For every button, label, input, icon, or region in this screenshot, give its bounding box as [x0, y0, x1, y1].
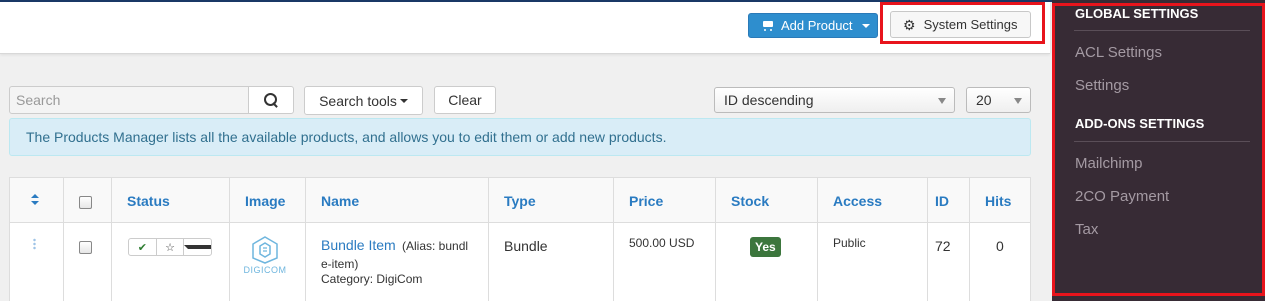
- product-id: 72: [935, 238, 951, 254]
- column-price[interactable]: Price: [629, 193, 663, 209]
- clear-button[interactable]: Clear: [434, 86, 496, 114]
- search-tools-button[interactable]: Search tools: [304, 86, 423, 115]
- sidebar-highlight: [1052, 3, 1265, 296]
- system-settings-highlight: [880, 2, 1045, 44]
- search-input[interactable]: [9, 86, 249, 114]
- search-icon: [263, 92, 279, 108]
- search-button[interactable]: [248, 86, 294, 114]
- product-alias-line2: e-item): [321, 257, 359, 271]
- status-dropdown[interactable]: [184, 239, 212, 255]
- status-actions: ✔ ☆: [128, 238, 212, 256]
- column-type[interactable]: Type: [504, 193, 536, 209]
- column-stock[interactable]: Stock: [731, 193, 769, 209]
- stock-badge: Yes: [750, 237, 781, 257]
- limit-value: 20: [976, 92, 992, 108]
- column-id[interactable]: ID: [935, 193, 949, 209]
- caret-down-icon: [184, 245, 212, 249]
- add-product-button[interactable]: Add Product: [748, 13, 878, 38]
- featured-toggle[interactable]: ☆: [157, 239, 185, 255]
- column-status[interactable]: Status: [127, 193, 170, 209]
- products-table: Status Image Name Type Price Stock Acces…: [9, 177, 1031, 301]
- digicom-logo-icon: [252, 236, 278, 264]
- product-price: 500.00 USD: [629, 236, 695, 250]
- ordering-value: ID descending: [724, 92, 814, 108]
- logo-text: DIGICOM: [243, 265, 287, 275]
- select-all-checkbox[interactable]: [79, 196, 92, 209]
- dropdown-arrow-icon: [1014, 98, 1022, 104]
- product-image: DIGICOM: [243, 236, 287, 278]
- drag-handle-icon[interactable]: [33, 238, 36, 250]
- sort-icon[interactable]: [31, 194, 39, 206]
- cart-icon: [761, 20, 775, 32]
- product-access: Public: [833, 236, 866, 250]
- add-product-label: Add Product: [781, 18, 853, 33]
- check-icon: ✔: [137, 241, 147, 254]
- column-image: Image: [245, 193, 286, 209]
- caret-down-icon: [399, 98, 408, 103]
- product-category: Category: DigiCom: [321, 272, 423, 286]
- column-access[interactable]: Access: [833, 193, 882, 209]
- clear-label: Clear: [448, 92, 482, 108]
- column-name[interactable]: Name: [321, 193, 359, 209]
- info-message: The Products Manager lists all the avail…: [9, 118, 1031, 156]
- product-hits: 0: [996, 238, 1004, 254]
- dropdown-arrow-icon: [938, 98, 946, 104]
- publish-toggle[interactable]: ✔: [129, 239, 157, 255]
- row-checkbox[interactable]: [79, 241, 92, 254]
- product-name-link[interactable]: Bundle Item: [321, 237, 396, 253]
- search-tools-label: Search tools: [319, 92, 397, 109]
- product-type: Bundle: [504, 238, 548, 254]
- product-alias-line1: (Alias: bundl: [402, 239, 469, 253]
- star-icon: ☆: [165, 241, 175, 254]
- column-hits[interactable]: Hits: [985, 193, 1011, 209]
- limit-select[interactable]: 20: [966, 87, 1031, 113]
- ordering-select[interactable]: ID descending: [714, 87, 955, 113]
- caret-down-icon: [861, 23, 870, 28]
